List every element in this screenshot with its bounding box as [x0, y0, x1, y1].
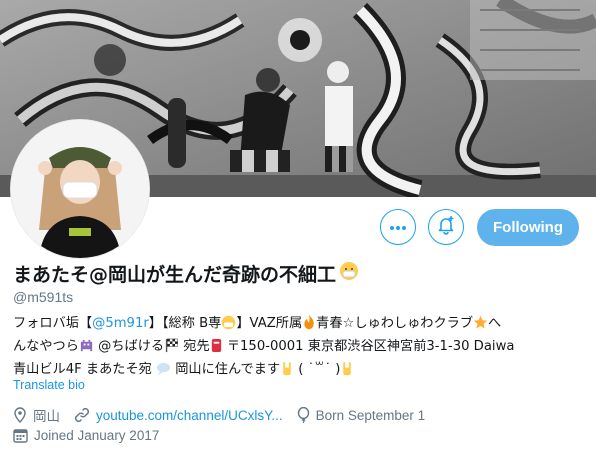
bio-text: 岡山に住んでます: [171, 362, 281, 377]
star-icon: [473, 315, 488, 337]
balloon-icon: [297, 407, 310, 423]
bio-text: 宛先: [179, 339, 210, 354]
bio-text: んなやつら: [13, 339, 79, 354]
notifications-button[interactable]: [428, 209, 464, 245]
display-name-text: まあたそ@岡山が生んだ奇跡の不細工: [13, 264, 337, 286]
calendar-icon: [13, 428, 28, 443]
checkered-flag-icon: [164, 338, 179, 360]
following-button[interactable]: Following: [477, 209, 579, 246]
bio-text: ( ˙꒳˙ ): [294, 362, 341, 377]
rock-hand-icon: [280, 361, 294, 383]
location-text: 岡山: [33, 409, 60, 424]
bio-text: 】VAZ所属: [236, 316, 303, 331]
fire-icon: [302, 315, 316, 337]
rock-hand-icon: [340, 361, 354, 383]
birthday-text: Born September 1: [315, 407, 426, 423]
masked-face-icon: [221, 315, 236, 337]
bio-text: 青山ビル4F まあたそ宛: [13, 362, 157, 377]
website-link[interactable]: youtube.com/channel/UCxlsY...: [96, 408, 283, 423]
profile-meta-row: Joined January 2017: [13, 428, 159, 443]
bio-text: フォロバ垢【: [13, 316, 93, 331]
bio-text: 青春☆しゅわしゅわクラブ: [316, 316, 474, 331]
alien-monster-icon: [79, 338, 94, 360]
avatar[interactable]: [11, 120, 149, 258]
bio-text: @ちばける: [93, 339, 165, 354]
bio-line-3: 青山ビル4F まあたそ宛 岡山に住んでます ( ˙꒳˙ ): [13, 360, 588, 383]
bio-text: 】【総称 B専: [148, 316, 222, 331]
speech-bubble-icon: [156, 361, 171, 383]
display-name: まあたそ@岡山が生んだ奇跡の不細工: [13, 260, 359, 287]
bio-line-2: んなやつら @ちばける 宛先 〒150-0001 東京都渋谷区神宮前3-1-30…: [13, 337, 588, 360]
bio-line-1: フォロバ垢【@5m91r】【総称 B専 】VAZ所属 青春☆しゅわしゅわクラブへ: [13, 314, 588, 337]
bell-plus-icon: [436, 215, 456, 240]
joined-text: Joined January 2017: [34, 428, 160, 443]
location-pin-icon: [13, 407, 27, 423]
mention-link[interactable]: @5m91r: [92, 316, 149, 331]
more-button[interactable]: [380, 209, 416, 245]
profile-meta-row: 岡山 youtube.com/channel/UCxlsY... Born Se…: [13, 405, 425, 425]
link-icon: [74, 407, 90, 423]
masked-face-icon: [339, 261, 359, 286]
translate-bio-link[interactable]: Translate bio: [13, 378, 85, 392]
more-icon: [389, 218, 407, 236]
handle: @m591ts: [13, 289, 74, 305]
postbox-icon: [210, 338, 223, 360]
profile-bio: フォロバ垢【@5m91r】【総称 B専 】VAZ所属 青春☆しゅわしゅわクラブへ ん…: [13, 314, 588, 383]
bio-text: へ: [488, 316, 502, 331]
bio-text: 〒150-0001 東京都渋谷区神宮前3-1-30 Daiwa: [222, 339, 515, 354]
